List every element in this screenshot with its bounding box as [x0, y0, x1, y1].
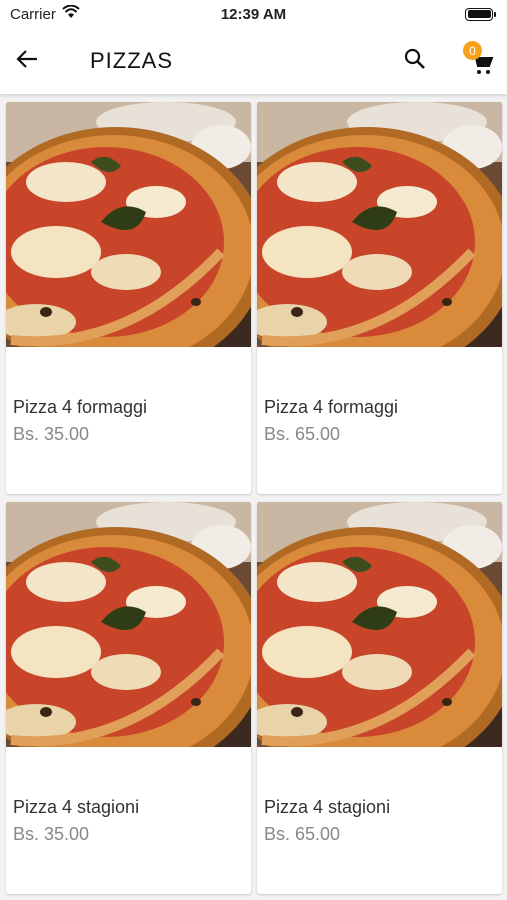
product-name: Pizza 4 formaggi	[13, 397, 148, 417]
battery-icon	[465, 7, 496, 21]
product-info: Pizza 4 stagioni Bs. 65.00	[257, 747, 502, 845]
product-card[interactable]: Pizza 4 stagioni Bs. 35.00	[6, 502, 251, 894]
product-info: Pizza 4 formaggi Bs. 65.00	[257, 347, 502, 445]
product-name: Pizza 4 stagioni	[264, 797, 391, 817]
product-price: Bs. 65.00	[264, 824, 341, 844]
product-name: Pizza 4 stagioni	[13, 797, 140, 817]
arrow-left-icon	[16, 49, 38, 74]
product-image	[6, 102, 251, 347]
search-icon	[404, 48, 426, 75]
product-card[interactable]: Pizza 4 formaggi Bs. 35.00	[6, 102, 251, 494]
product-card[interactable]: Pizza 4 formaggi Bs. 65.00	[257, 102, 502, 494]
product-grid: Pizza 4 formaggi Bs. 35.00 Pizza 4 forma…	[6, 102, 503, 894]
search-button[interactable]	[391, 37, 439, 85]
battery-fill	[467, 10, 491, 18]
status-left: Carrier	[10, 4, 80, 23]
product-image	[257, 502, 502, 747]
product-card[interactable]: Pizza 4 stagioni Bs. 65.00	[257, 502, 502, 894]
status-bar: Carrier 12:39 AM	[0, 0, 507, 28]
product-image	[6, 502, 251, 747]
product-price: Bs. 35.00	[13, 824, 90, 844]
product-price: Bs. 65.00	[264, 424, 341, 444]
carrier-label: Carrier	[10, 5, 56, 23]
wifi-icon	[62, 4, 80, 23]
page-title: PIZZAS	[90, 48, 174, 73]
product-info: Pizza 4 formaggi Bs. 35.00	[6, 347, 251, 445]
product-name: Pizza 4 formaggi	[264, 397, 399, 417]
product-info: Pizza 4 stagioni Bs. 35.00	[6, 747, 251, 845]
product-price: Bs. 35.00	[13, 424, 90, 444]
product-image	[257, 102, 502, 347]
cart-button[interactable]: 0	[455, 37, 503, 85]
app-bar: PIZZAS 0	[0, 28, 507, 94]
cart-count-badge: 0	[463, 41, 482, 60]
back-button[interactable]	[2, 36, 52, 86]
